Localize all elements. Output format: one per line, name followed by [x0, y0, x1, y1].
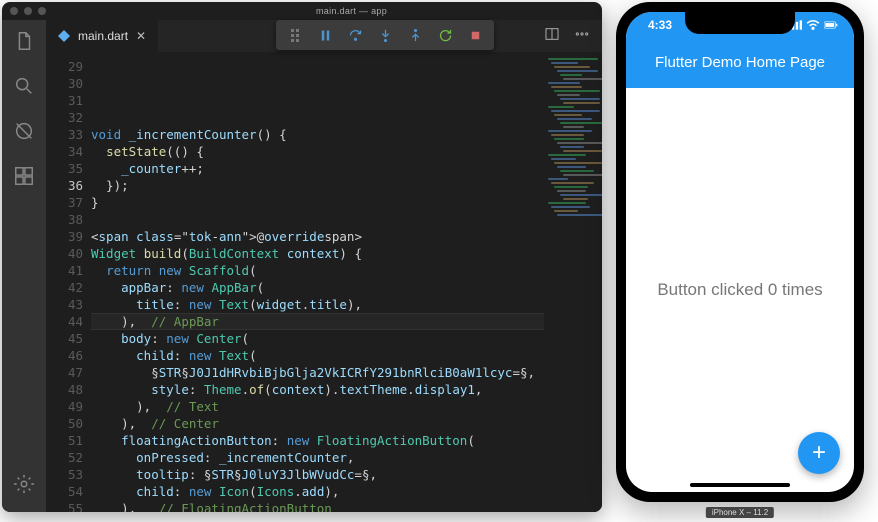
device-notch — [685, 12, 795, 34]
step-out-icon[interactable] — [404, 24, 426, 46]
simulator-caption: iPhone X – 11.2 — [706, 507, 774, 518]
traffic-light-min[interactable] — [24, 7, 32, 15]
stop-icon[interactable] — [464, 24, 486, 46]
restart-icon[interactable] — [434, 24, 456, 46]
home-indicator[interactable] — [690, 483, 790, 487]
editor-area: main.dart — app main.dart ✕ — [46, 20, 602, 512]
app-bar-title: Flutter Demo Home Page — [655, 54, 825, 71]
traffic-light-close[interactable] — [10, 7, 18, 15]
simulator-device-frame: 4:33 Flutter Demo Home Page Button click… — [616, 2, 864, 502]
debug-icon[interactable] — [13, 120, 35, 147]
explorer-icon[interactable] — [13, 30, 35, 57]
traffic-light-max[interactable] — [38, 7, 46, 15]
step-over-icon[interactable] — [344, 24, 366, 46]
code-editor[interactable]: void _incrementCounter() { setState(() {… — [91, 52, 544, 512]
battery-icon — [824, 20, 838, 30]
gear-icon[interactable] — [13, 473, 35, 500]
tab-label: main.dart — [78, 29, 128, 43]
step-into-icon[interactable] — [374, 24, 396, 46]
counter-text: Button clicked 0 times — [657, 280, 822, 300]
debug-target-label: main.dart — app — [316, 6, 387, 16]
dart-file-icon — [58, 30, 70, 42]
ide-window: main.dart — app main.dart ✕ — [2, 2, 602, 512]
more-icon[interactable] — [574, 26, 590, 47]
search-icon[interactable] — [13, 75, 35, 102]
floating-action-button[interactable]: + — [798, 432, 840, 474]
window-titlebar — [2, 2, 602, 20]
minimap[interactable] — [544, 52, 602, 512]
tab-bar: main.dart ✕ — [46, 20, 602, 52]
line-number-gutter: 2930313233343536373839404142434445464748… — [46, 52, 91, 512]
status-time: 4:33 — [648, 18, 672, 32]
app-bar: Flutter Demo Home Page — [626, 52, 854, 88]
app-body: Button clicked 0 times + — [626, 88, 854, 492]
debug-toolbar[interactable] — [276, 20, 494, 50]
activity-bar — [2, 20, 46, 512]
tab-main-dart[interactable]: main.dart ✕ — [46, 20, 158, 52]
plus-icon: + — [812, 439, 826, 467]
extensions-icon[interactable] — [13, 165, 35, 192]
pause-icon[interactable] — [314, 24, 336, 46]
drag-handle-icon[interactable] — [284, 24, 306, 46]
wifi-icon — [806, 20, 820, 30]
split-editor-icon[interactable] — [544, 26, 560, 47]
close-icon[interactable]: ✕ — [136, 29, 146, 43]
simulator-screen[interactable]: 4:33 Flutter Demo Home Page Button click… — [626, 12, 854, 492]
